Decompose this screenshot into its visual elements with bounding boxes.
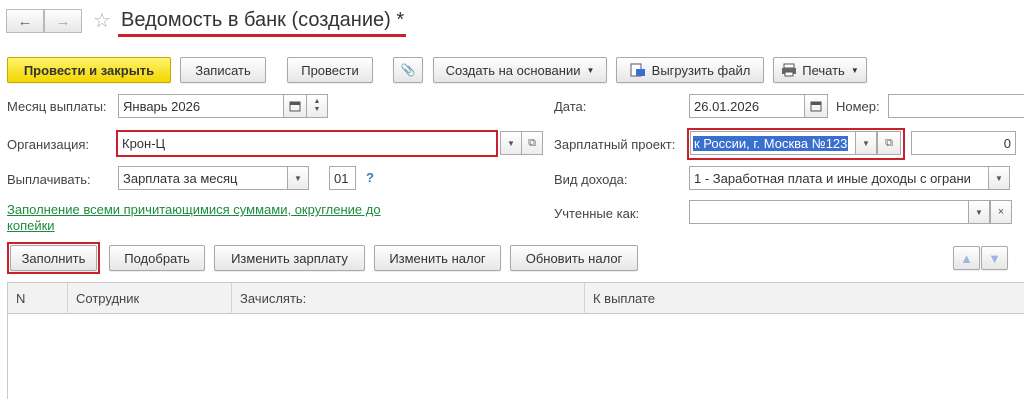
salary-project-open-button[interactable]: ⧉ (877, 131, 901, 155)
organization-label: Организация: (7, 137, 90, 152)
title-underline (118, 34, 406, 37)
salary-project-label: Зарплатный проект: (554, 137, 676, 152)
month-label: Месяц выплаты: (7, 99, 107, 114)
arrow-down-icon: ▼ (988, 250, 1001, 266)
accounted-as-field[interactable] (689, 200, 969, 224)
page-title: Ведомость в банк (создание) * (121, 9, 405, 31)
income-type-label: Вид дохода: (554, 172, 628, 187)
income-type-field[interactable]: 1 - Заработная плата и иные доходы с огр… (689, 166, 989, 190)
forward-arrow-icon: → (55, 12, 71, 30)
income-type-dropdown-button[interactable]: ▼ (988, 166, 1010, 190)
calendar-icon (289, 101, 301, 112)
help-icon[interactable]: ? (366, 170, 374, 185)
organization-dropdown-button[interactable]: ▼ (500, 131, 522, 155)
fill-rounding-link[interactable]: Заполнение всеми причитающимися суммами,… (7, 202, 422, 234)
salary-amount-value: 0 (1003, 135, 1011, 151)
column-header-employee[interactable]: Сотрудник (68, 283, 232, 314)
pay-label: Выплачивать: (7, 172, 91, 187)
change-tax-button[interactable]: Изменить налог (374, 245, 501, 271)
employee-table: N Сотрудник Зачислять: К выплате (7, 282, 1024, 399)
stepper-down-icon: ▼ (313, 106, 321, 113)
number-label: Номер: (836, 99, 880, 114)
open-item-icon: ⧉ (528, 136, 536, 149)
update-tax-button[interactable]: Обновить налог (510, 245, 638, 271)
calendar-icon (810, 101, 822, 112)
change-salary-button[interactable]: Изменить зарплату (214, 245, 365, 271)
pay-type-dropdown-button[interactable]: ▼ (287, 166, 309, 190)
salary-amount-field[interactable]: 0 (911, 131, 1016, 155)
post-and-close-button[interactable]: Провести и закрыть (7, 57, 171, 83)
forward-button[interactable]: → (44, 9, 82, 33)
save-button[interactable]: Записать (180, 57, 266, 83)
back-arrow-icon: ← (17, 12, 33, 30)
favorite-star-icon[interactable]: ☆ (93, 8, 111, 33)
print-label: Печать (802, 62, 845, 78)
attach-button[interactable]: 📎 (393, 57, 423, 83)
export-file-button[interactable]: Выгрузить файл (616, 57, 764, 83)
fill-button[interactable]: Заполнить (10, 245, 97, 271)
month-field[interactable]: Январь 2026 (118, 94, 284, 118)
accounted-as-label: Учтенные как: (554, 206, 640, 221)
pay-type-field[interactable]: Зарплата за месяц (118, 166, 288, 190)
month-stepper[interactable]: ▲ ▼ (306, 94, 328, 118)
table-body[interactable] (8, 314, 1024, 399)
date-calendar-button[interactable] (804, 94, 828, 118)
salary-project-field[interactable]: к России, г. Москва №123 (690, 131, 856, 155)
date-field[interactable]: 26.01.2026 (689, 94, 805, 118)
export-file-icon (630, 63, 645, 77)
print-button[interactable]: Печать ▼ (773, 57, 867, 83)
chevron-down-icon: ▼ (586, 65, 595, 75)
clear-icon: × (997, 206, 1005, 218)
printer-icon (782, 63, 797, 77)
organization-open-button[interactable]: ⧉ (521, 131, 543, 155)
pick-button[interactable]: Подобрать (109, 245, 205, 271)
date-label: Дата: (554, 99, 587, 114)
table-header: N Сотрудник Зачислять: К выплате (8, 282, 1024, 314)
arrow-up-icon: ▲ (960, 250, 973, 266)
create-based-on-button[interactable]: Создать на основании ▼ (433, 57, 607, 83)
salary-project-dropdown-button[interactable]: ▼ (855, 131, 877, 155)
number-field[interactable] (888, 94, 1024, 118)
back-button[interactable]: ← (6, 9, 44, 33)
organization-field[interactable]: Крон-Ц (116, 130, 498, 157)
create-based-label: Создать на основании (445, 62, 581, 78)
pay-day-field[interactable]: 01 (329, 166, 356, 190)
stepper-up-icon: ▲ (313, 98, 321, 105)
post-button[interactable]: Провести (287, 57, 373, 83)
calendar-button[interactable] (283, 94, 307, 118)
chevron-down-icon: ▼ (850, 65, 859, 75)
column-header-n[interactable]: N (8, 283, 68, 314)
move-up-button[interactable]: ▲ (953, 246, 980, 270)
export-file-label: Выгрузить файл (651, 62, 751, 78)
accounted-as-dropdown-button[interactable]: ▼ (968, 200, 990, 224)
paperclip-icon: 📎 (400, 63, 416, 77)
open-item-icon: ⧉ (885, 136, 893, 149)
column-header-credit[interactable]: Зачислять: (232, 283, 585, 314)
salary-project-selected-text: к России, г. Москва №123 (693, 135, 849, 151)
move-down-button[interactable]: ▼ (981, 246, 1008, 270)
column-header-to-pay[interactable]: К выплате (585, 283, 1024, 314)
accounted-as-clear-button[interactable]: × (990, 200, 1012, 224)
